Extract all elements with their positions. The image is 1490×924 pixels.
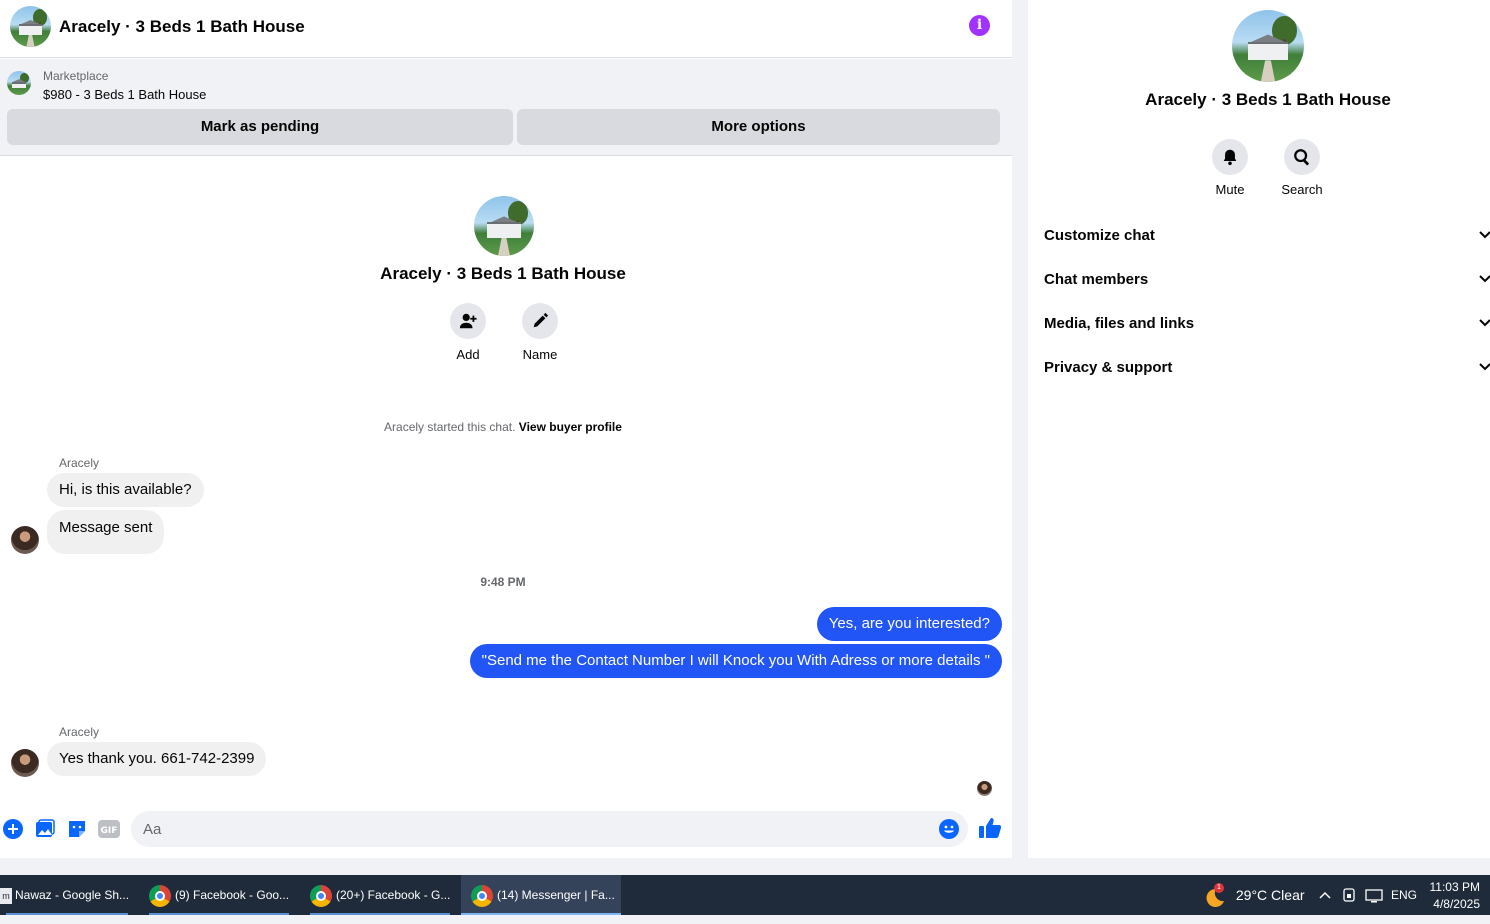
meet-icon[interactable] (1342, 875, 1356, 915)
taskbar: m Nawaz - Google Sh... (9) Facebook - Goo… (0, 875, 1490, 915)
message-out[interactable]: Yes, are you interested? (816, 607, 1002, 641)
message-input-box[interactable] (131, 811, 968, 847)
search-button[interactable]: Search (1272, 139, 1332, 197)
listing-thumbnail[interactable] (7, 71, 31, 95)
chevron-down-icon (1478, 304, 1490, 344)
section-privacy-support[interactable]: Privacy & support (1044, 348, 1490, 388)
taskbar-item-facebook-1[interactable]: (9) Facebook - Goo... (143, 875, 295, 915)
composer: GIF (0, 808, 1012, 850)
task-label: (20+) Facebook - G... (336, 888, 451, 902)
intro-title: Aracely · 3 Beds 1 Bath House (380, 264, 626, 283)
section-label: Chat members (1044, 271, 1149, 288)
taskbar-item-sheets[interactable]: m Nawaz - Google Sh... (0, 875, 134, 915)
sticker-icon[interactable] (66, 818, 88, 840)
section-label: Privacy & support (1044, 359, 1173, 376)
sender-name: Aracely (59, 456, 100, 470)
marketplace-bar: Marketplace $980 - 3 Beds 1 Bath House M… (0, 59, 1012, 156)
add-people-button[interactable]: Add (438, 303, 498, 362)
task-label: (9) Facebook - Goo... (175, 888, 290, 902)
chrome-icon (149, 884, 171, 907)
sender-name: Aracely (59, 725, 100, 739)
chrome-icon (471, 884, 493, 907)
listing-avatar[interactable] (10, 6, 51, 47)
info-icon[interactable]: i (969, 15, 990, 36)
thumbs-up-icon[interactable] (978, 816, 1002, 840)
chrome-icon (310, 884, 332, 907)
chevron-down-icon (1478, 348, 1490, 388)
started-text: Aracely started this chat. (384, 420, 516, 434)
photo-icon[interactable] (34, 818, 56, 840)
plus-icon[interactable] (2, 818, 24, 840)
app-icon: m (0, 887, 12, 904)
network-icon[interactable] (1365, 875, 1383, 915)
svg-text:GIF: GIF (101, 826, 118, 836)
section-customize-chat[interactable]: Customize chat (1044, 216, 1490, 256)
section-chat-members[interactable]: Chat members (1044, 260, 1490, 300)
section-label: Media, files and links (1044, 315, 1195, 332)
add-label: Add (456, 347, 480, 362)
pencil-icon (522, 303, 558, 339)
clock-time: 11:03 PM (1429, 880, 1480, 894)
name-label: Name (522, 347, 558, 362)
message-in[interactable]: Hi, is this available? (47, 473, 204, 507)
info-avatar (1232, 10, 1304, 82)
info-title: Aracely · 3 Beds 1 Bath House (1145, 90, 1391, 109)
section-media-files-links[interactable]: Media, files and links (1044, 304, 1490, 344)
chat-info-panel: Aracely · 3 Beds 1 Bath House Mute Searc… (1028, 0, 1490, 858)
sender-avatar[interactable] (11, 749, 39, 777)
marketplace-label: Marketplace (43, 69, 109, 83)
task-label: (14) Messenger | Fa... (497, 888, 615, 902)
clock-date: 4/8/2025 (1433, 897, 1480, 911)
message-out[interactable]: "Send me the Contact Number I will Knock… (469, 644, 1002, 678)
message-input[interactable] (143, 811, 923, 847)
taskbar-item-facebook-2[interactable]: (20+) Facebook - G... (304, 875, 456, 915)
intro-avatar (474, 196, 534, 256)
clock[interactable]: 11:03 PM 4/8/2025 (1425, 879, 1480, 913)
section-label: Customize chat (1044, 227, 1155, 244)
message-in[interactable]: Yes thank you. 661-742-2399 (47, 742, 267, 776)
add-person-icon (450, 303, 486, 339)
chat-started-note: Aracely started this chat. View buyer pr… (0, 420, 1006, 434)
language-indicator[interactable]: ENG (1391, 875, 1417, 915)
chat-header: Aracely · 3 Beds 1 Bath House i (0, 0, 1012, 58)
more-options-button[interactable]: More options (517, 109, 1000, 145)
chevron-down-icon (1478, 260, 1490, 300)
seen-receipt-avatar (977, 781, 992, 796)
weather-widget[interactable]: 1 29°C Clear (1202, 875, 1305, 915)
edit-name-button[interactable]: Name (510, 303, 570, 362)
message-in[interactable]: Message sent (47, 510, 165, 554)
emoji-icon[interactable] (938, 818, 960, 845)
bell-icon (1212, 139, 1248, 175)
mark-pending-button[interactable]: Mark as pending (7, 109, 513, 145)
mute-label: Mute (1215, 182, 1245, 197)
search-label: Search (1281, 182, 1323, 197)
listing-title[interactable]: $980 - 3 Beds 1 Bath House (43, 87, 206, 102)
chevron-down-icon (1478, 216, 1490, 256)
weather-text: 29°C Clear (1235, 887, 1305, 903)
search-icon (1284, 139, 1320, 175)
gif-icon[interactable]: GIF (98, 818, 120, 840)
chevron-up-icon[interactable] (1318, 875, 1332, 915)
mute-button[interactable]: Mute (1200, 139, 1260, 197)
timestamp: 9:48 PM (480, 575, 526, 589)
taskbar-item-messenger[interactable]: (14) Messenger | Fa... (461, 875, 621, 915)
moon-icon: 1 (1202, 883, 1226, 908)
view-buyer-profile-link[interactable]: View buyer profile (519, 420, 622, 434)
sender-avatar[interactable] (11, 526, 39, 554)
chat-title[interactable]: Aracely · 3 Beds 1 Bath House (59, 17, 305, 37)
chat-panel: Aracely · 3 Beds 1 Bath House i Marketpl… (0, 0, 1012, 858)
task-label: Nawaz - Google Sh... (15, 888, 130, 902)
